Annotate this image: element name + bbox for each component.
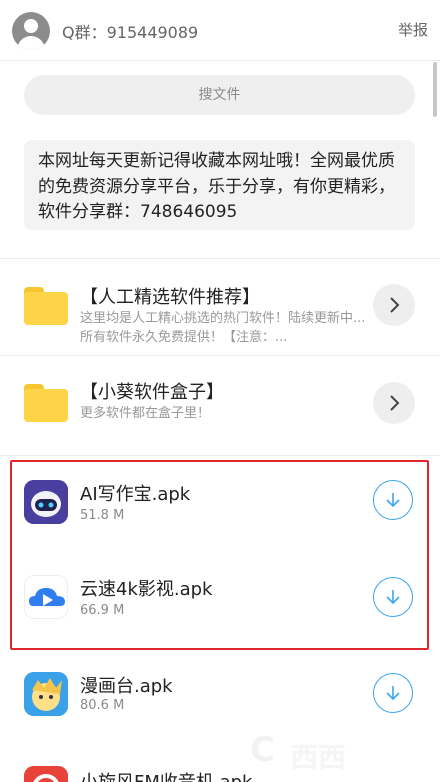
report-button[interactable]: 举报 bbox=[398, 19, 428, 40]
radio-app-icon bbox=[24, 766, 68, 782]
open-folder-button[interactable] bbox=[373, 284, 415, 326]
divider bbox=[0, 455, 440, 456]
top-bar: Q群：915449089 举报 bbox=[0, 0, 440, 61]
manga-app-icon bbox=[24, 672, 68, 716]
folder-description: 更多软件都在盒子里！ bbox=[80, 406, 211, 421]
avatar[interactable] bbox=[12, 12, 50, 50]
download-icon bbox=[386, 686, 400, 701]
folder-row[interactable]: 【人工精选软件推荐】 这里均是人工精心挑选的热门软件！陆续更新中...所有软件永… bbox=[0, 259, 440, 355]
chevron-right-icon bbox=[390, 297, 400, 313]
watermark-logo: C 西西 软件园 CR173.COM bbox=[240, 726, 440, 782]
watermark-subtitle: 软件园 bbox=[368, 740, 422, 761]
download-button[interactable] bbox=[373, 673, 413, 713]
folder-row[interactable]: 【小葵软件盒子】 更多软件都在盒子里！ bbox=[0, 356, 440, 452]
folder-title: 【人工精选软件推荐】 bbox=[80, 287, 260, 308]
open-folder-button[interactable] bbox=[373, 382, 415, 424]
folder-title: 【小葵软件盒子】 bbox=[80, 382, 224, 403]
file-size: 80.6 M bbox=[80, 698, 125, 713]
folder-icon bbox=[24, 287, 68, 325]
file-name: 漫画台.apk bbox=[80, 676, 173, 697]
scrollbar[interactable] bbox=[433, 62, 437, 117]
watermark-url: CR173.COM bbox=[368, 760, 440, 774]
qq-group-label: Q群：915449089 bbox=[62, 23, 199, 42]
file-name: 小旋风FM收音机.apk bbox=[80, 768, 253, 782]
watermark-letter: C bbox=[250, 730, 275, 770]
watermark-brand: 西西 bbox=[290, 741, 347, 774]
folder-icon bbox=[24, 384, 68, 422]
selection-highlight bbox=[10, 460, 429, 650]
chevron-right-icon bbox=[390, 395, 400, 411]
folder-description: 这里均是人工精心挑选的热门软件！陆续更新中...所有软件永久免费提供！【注意：.… bbox=[80, 311, 366, 345]
search-input[interactable]: 搜文件 bbox=[24, 75, 415, 115]
notice-text: 本网址每天更新记得收藏本网址哦！全网最优质的免费资源分享平台，乐于分享，有你更精… bbox=[24, 140, 415, 230]
